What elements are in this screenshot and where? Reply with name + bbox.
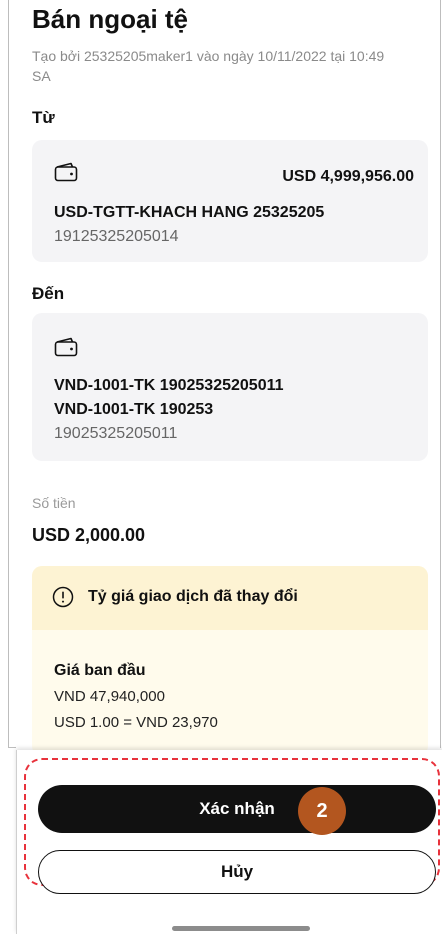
from-balance: USD 4,999,956.00 bbox=[282, 168, 414, 185]
created-by-text: Tạo bởi 25325205maker1 vào ngày 10/11/20… bbox=[32, 48, 385, 84]
from-account-name: USD-TGTT-KHACH HANG 25325205 bbox=[54, 204, 325, 221]
to-account-name-short: VND-1001-TK 190253 bbox=[54, 401, 214, 418]
cancel-button[interactable]: Hủy bbox=[38, 850, 436, 894]
frame-border bbox=[440, 0, 441, 748]
page-title: Bán ngoại tệ bbox=[32, 4, 189, 34]
to-label: Đến bbox=[32, 284, 65, 303]
notice-header: Tỷ giá giao dịch đã thay đổi bbox=[32, 566, 428, 630]
rate-changed-notice: Tỷ giá giao dịch đã thay đổi Giá ban đầu… bbox=[32, 566, 428, 756]
from-label: Từ bbox=[32, 108, 55, 127]
to-account-name: VND-1001-TK 19025325205011 bbox=[54, 377, 284, 394]
to-account-number: 19025325205011 bbox=[54, 425, 178, 442]
to-account-card[interactable]: VND-1001-TK 19025325205011 VND-1001-TK 1… bbox=[32, 313, 428, 461]
screen: Bán ngoại tệ Tạo bởi 25325205maker1 vào … bbox=[0, 0, 442, 934]
original-total: VND 47,940,000 bbox=[54, 688, 165, 705]
wallet-icon bbox=[54, 337, 78, 357]
notice-message: Tỷ giá giao dịch đã thay đổi bbox=[88, 588, 298, 605]
wallet-icon bbox=[54, 162, 78, 182]
from-account-card[interactable]: USD 4,999,956.00 USD-TGTT-KHACH HANG 253… bbox=[32, 140, 428, 262]
step-badge: 2 bbox=[298, 787, 346, 835]
original-rate: USD 1.00 = VND 23,970 bbox=[54, 714, 218, 731]
frame-border bbox=[8, 0, 9, 748]
amount-value: USD 2,000.00 bbox=[32, 525, 146, 545]
home-indicator bbox=[172, 926, 310, 931]
amount-label: Số tiền bbox=[32, 495, 76, 511]
info-circle-icon bbox=[52, 586, 74, 608]
frame-border bbox=[8, 747, 16, 748]
confirm-button[interactable]: Xác nhận bbox=[38, 785, 436, 833]
original-rate-title: Giá ban đầu bbox=[54, 662, 146, 679]
from-account-number: 19125325205014 bbox=[54, 228, 179, 245]
